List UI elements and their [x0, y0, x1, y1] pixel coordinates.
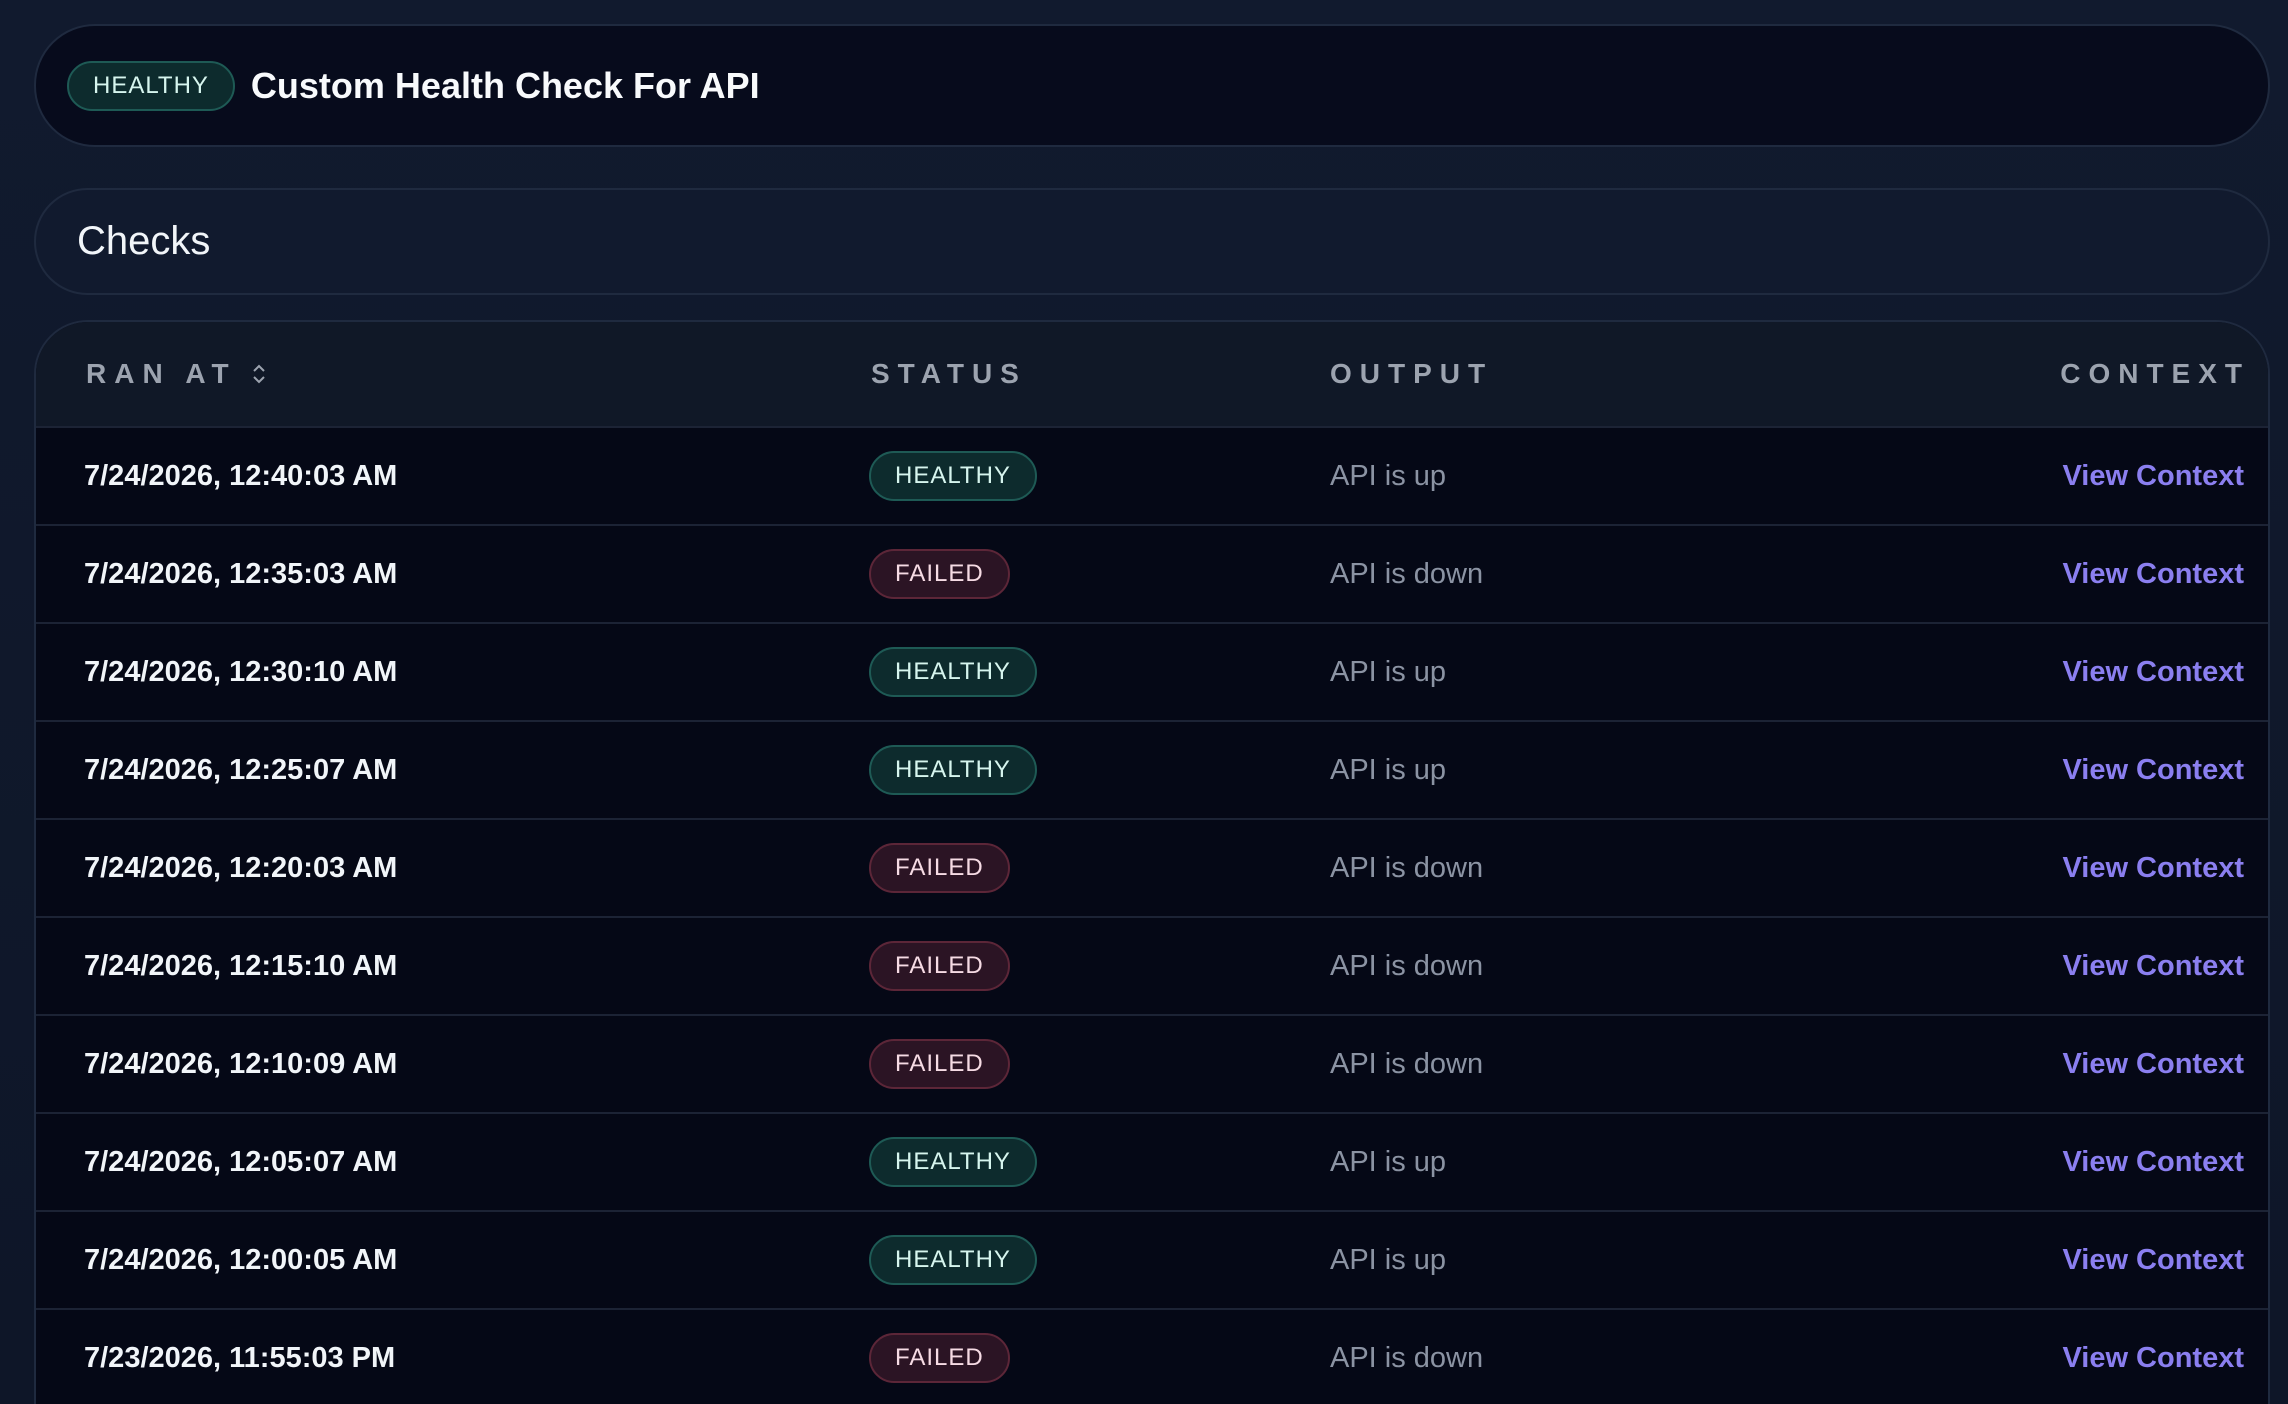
status-cell: HEALTHY — [869, 451, 1037, 501]
status-badge: FAILED — [869, 1333, 1010, 1383]
table-row: 7/24/2026, 12:05:07 AM HEALTHY API is up Vi… — [36, 1112, 2268, 1210]
ran-at-cell: 7/24/2026, 12:35:03 AM — [84, 557, 398, 590]
section-title: Checks — [77, 219, 211, 263]
view-context-link[interactable]: View Context — [2062, 1342, 2244, 1375]
view-context-link[interactable]: View Context — [2062, 558, 2244, 591]
table-row: 7/24/2026, 12:35:03 AM FAILED API is down V… — [36, 524, 2268, 622]
status-badge: FAILED — [869, 1039, 1010, 1089]
status-cell: HEALTHY — [869, 647, 1037, 697]
table-row: 7/23/2026, 11:55:03 PM FAILED API is down V… — [36, 1308, 2268, 1404]
table-row: 7/24/2026, 12:40:03 AM HEALTHY API is up Vi… — [36, 426, 2268, 524]
status-cell: HEALTHY — [869, 1137, 1037, 1187]
status-badge: HEALTHY — [869, 1137, 1037, 1187]
table-row: 7/24/2026, 12:00:05 AM HEALTHY API is up Vi… — [36, 1210, 2268, 1308]
output-cell: API is down — [1330, 1341, 1484, 1374]
view-context-link[interactable]: View Context — [2062, 656, 2244, 689]
header-status-badge: HEALTHY — [67, 60, 235, 111]
status-badge: FAILED — [869, 941, 1010, 991]
output-cell: API is up — [1330, 1243, 1447, 1276]
page-title: Custom Health Check For API — [250, 64, 760, 106]
view-context-link[interactable]: View Context — [2062, 754, 2244, 787]
output-cell: API is up — [1330, 655, 1447, 688]
ran-at-cell: 7/23/2026, 11:55:03 PM — [84, 1341, 396, 1374]
status-badge: FAILED — [869, 843, 1010, 893]
ran-at-cell: 7/24/2026, 12:00:05 AM — [84, 1243, 398, 1276]
output-cell: API is up — [1330, 1145, 1447, 1178]
sort-icon[interactable] — [251, 362, 267, 386]
ran-at-cell: 7/24/2026, 12:30:10 AM — [84, 655, 398, 688]
column-status: STATUS — [871, 358, 1027, 389]
ran-at-cell: 7/24/2026, 12:20:03 AM — [84, 851, 398, 884]
table-row: 7/24/2026, 12:20:03 AM FAILED API is down V… — [36, 818, 2268, 916]
ran-at-cell: 7/24/2026, 12:05:07 AM — [84, 1145, 398, 1178]
ran-at-cell: 7/24/2026, 12:15:10 AM — [84, 949, 398, 982]
table-row: 7/24/2026, 12:30:10 AM HEALTHY API is up Vi… — [36, 622, 2268, 720]
check-header: HEALTHY Custom Health Check For API — [34, 24, 2270, 147]
view-context-link[interactable]: View Context — [2062, 852, 2244, 885]
table-header: RAN AT STATUS OUTPUT CONTEXT — [36, 322, 2268, 426]
status-cell: FAILED — [869, 1333, 1010, 1383]
status-badge: FAILED — [869, 549, 1010, 599]
status-badge: HEALTHY — [869, 451, 1037, 501]
status-cell: FAILED — [869, 843, 1010, 893]
output-cell: API is down — [1330, 851, 1484, 884]
status-cell: HEALTHY — [869, 745, 1037, 795]
output-cell: API is down — [1330, 1047, 1484, 1080]
table-row: 7/24/2026, 12:15:10 AM FAILED API is down V… — [36, 916, 2268, 1014]
view-context-link[interactable]: View Context — [2062, 950, 2244, 983]
view-context-link[interactable]: View Context — [2062, 1146, 2244, 1179]
output-cell: API is up — [1330, 753, 1447, 786]
status-badge: HEALTHY — [869, 647, 1037, 697]
table-row: 7/24/2026, 12:10:09 AM FAILED API is down V… — [36, 1014, 2268, 1112]
column-context: CONTEXT — [2060, 358, 2250, 389]
status-cell: HEALTHY — [869, 1235, 1037, 1285]
ran-at-cell: 7/24/2026, 12:25:07 AM — [84, 753, 398, 786]
view-context-link[interactable]: View Context — [2062, 1048, 2244, 1081]
status-cell: FAILED — [869, 941, 1010, 991]
output-cell: API is down — [1330, 949, 1484, 982]
ran-at-cell: 7/24/2026, 12:40:03 AM — [84, 459, 398, 492]
ran-at-cell: 7/24/2026, 12:10:09 AM — [84, 1047, 398, 1080]
output-cell: API is up — [1330, 459, 1447, 492]
status-cell: FAILED — [869, 1039, 1010, 1089]
checks-table: RAN AT STATUS OUTPUT CONTEXT 7/24/2026, … — [34, 320, 2270, 1404]
column-output: OUTPUT — [1330, 358, 1494, 389]
view-context-link[interactable]: View Context — [2062, 1244, 2244, 1277]
column-ran-at-label: RAN AT — [86, 358, 237, 389]
view-context-link[interactable]: View Context — [2062, 460, 2244, 493]
column-ran-at[interactable]: RAN AT — [86, 358, 267, 390]
status-cell: FAILED — [869, 549, 1010, 599]
table-row: 7/24/2026, 12:25:07 AM HEALTHY API is up Vi… — [36, 720, 2268, 818]
output-cell: API is down — [1330, 557, 1484, 590]
status-badge: HEALTHY — [869, 1235, 1037, 1285]
status-badge: HEALTHY — [869, 745, 1037, 795]
checks-section-header: Checks — [34, 188, 2270, 295]
